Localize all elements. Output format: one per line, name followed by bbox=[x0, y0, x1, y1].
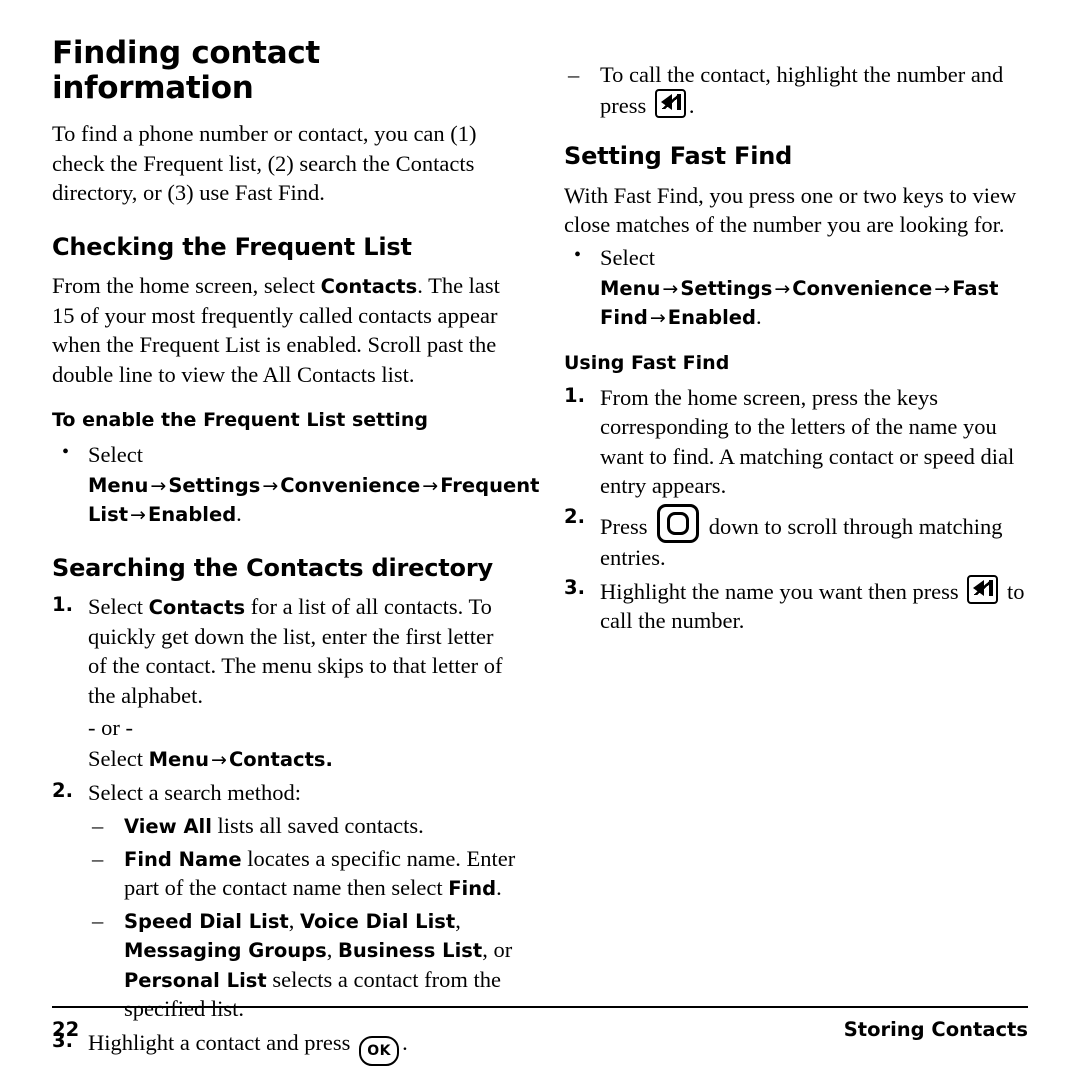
frequent-paragraph-lead: From the home screen, select bbox=[52, 273, 321, 299]
arrow-icon: → bbox=[211, 749, 227, 772]
call-contact-text-after: . bbox=[688, 93, 695, 119]
sep: , or bbox=[482, 937, 513, 963]
fast-find-enable-bullets: Select Menu→Settings→Convenience→Fast Fi… bbox=[564, 242, 1028, 331]
contacts-menu-ref: Contacts bbox=[320, 275, 418, 299]
arrow-icon: → bbox=[150, 474, 167, 497]
find-ref: Find bbox=[448, 877, 497, 901]
step-marker: 3. bbox=[564, 576, 585, 600]
section-heading-searching-contacts: Searching the Contacts directory bbox=[52, 553, 493, 582]
contacts-ref: Contacts bbox=[148, 596, 246, 620]
arrow-icon: → bbox=[774, 277, 791, 300]
intro-paragraph: To find a phone number or contact, you c… bbox=[52, 121, 477, 206]
step1-lead: Select bbox=[88, 594, 149, 620]
footer-page-number: 22 bbox=[52, 1018, 80, 1041]
call-contact-dash-item: To call the contact, highlight the numbe… bbox=[564, 60, 1028, 121]
send-key-icon bbox=[967, 575, 999, 605]
business-list-ref: Business List bbox=[338, 939, 483, 963]
bullet-lead: Select bbox=[88, 442, 143, 468]
view-all-desc: lists all saved contacts. bbox=[211, 813, 424, 839]
personal-list-ref: Personal List bbox=[124, 968, 267, 992]
view-all-ref: View All bbox=[124, 815, 212, 839]
page-footer: 22 Storing Contacts bbox=[52, 1018, 1028, 1041]
bullet-period: . bbox=[755, 304, 762, 330]
frequent-list-paragraph: From the home screen, select Contacts. T… bbox=[52, 271, 516, 389]
convenience-ref: Convenience bbox=[792, 276, 933, 300]
settings-ref: Settings bbox=[680, 276, 773, 300]
using-fast-find-steps: 1. From the home screen, press the keys c… bbox=[564, 383, 1028, 636]
two-column-layout: Finding contact information To find a ph… bbox=[52, 35, 1028, 1066]
arrow-icon: → bbox=[130, 504, 146, 527]
arrow-icon: → bbox=[934, 277, 951, 300]
sep: , bbox=[288, 907, 300, 933]
enabled-ref: Enabled bbox=[667, 306, 756, 330]
step-marker: 2. bbox=[564, 504, 585, 528]
arrow-icon: → bbox=[422, 474, 439, 497]
footer-section-label: Storing Contacts bbox=[843, 1018, 1028, 1041]
or-alternative-line: Select Menu → Contacts. bbox=[52, 744, 516, 773]
subheading-using-fast-find: Using Fast Find bbox=[564, 351, 730, 374]
footer-divider bbox=[52, 1006, 1028, 1008]
right-column: To call the contact, highlight the numbe… bbox=[564, 36, 1028, 976]
sep: , bbox=[455, 907, 461, 933]
step-marker: 1. bbox=[564, 383, 585, 407]
menu-ref: Menu bbox=[148, 748, 210, 772]
left-column: Finding contact information To find a ph… bbox=[52, 35, 539, 1066]
step1-text: From the home screen, press the keys cor… bbox=[600, 384, 1015, 499]
send-key-icon bbox=[654, 89, 686, 119]
section-heading-checking-frequent-list: Checking the Frequent List bbox=[52, 232, 412, 261]
list-item: To call the contact, highlight the numbe… bbox=[564, 60, 1028, 121]
navigation-key-icon bbox=[657, 503, 700, 543]
list-item: View All lists all saved contacts. bbox=[88, 811, 516, 841]
step-marker: 1. bbox=[52, 593, 73, 617]
sep: , bbox=[326, 937, 338, 963]
enabled-ref: Enabled bbox=[147, 503, 237, 527]
list-item: Select Menu→Settings→Convenience→Fast Fi… bbox=[564, 242, 1028, 331]
find-name-desc-end: . bbox=[496, 875, 502, 901]
messaging-groups-ref: Messaging Groups bbox=[124, 939, 327, 963]
step2-text-before: Press bbox=[600, 513, 654, 539]
list-item: 1. From the home screen, press the keys c… bbox=[564, 383, 1028, 501]
arrow-icon: → bbox=[262, 474, 279, 497]
list-item: 3. Highlight the name you want then press… bbox=[564, 575, 1028, 636]
enable-frequent-list-bullets: Select Menu→Settings→Convenience→Frequen… bbox=[52, 439, 539, 528]
contacts-ref: Contacts. bbox=[228, 748, 333, 772]
menu-ref: Menu bbox=[600, 276, 661, 300]
step-marker: 2. bbox=[52, 778, 73, 802]
or-line-lead: Select bbox=[88, 746, 149, 772]
searching-steps-part1: 1. Select Contacts for a list of all cont… bbox=[52, 592, 516, 710]
fast-find-paragraph: With Fast Find, you press one or two key… bbox=[564, 182, 1017, 237]
bullet-period: . bbox=[236, 501, 242, 527]
subheading-enable-frequent-list: To enable the Frequent List setting bbox=[52, 409, 428, 432]
speed-dial-list-ref: Speed Dial List bbox=[124, 909, 289, 933]
list-item: Find Name locates a specific name. Enter… bbox=[88, 844, 516, 903]
find-name-ref: Find Name bbox=[124, 847, 242, 871]
arrow-icon: → bbox=[649, 307, 666, 330]
arrow-icon: → bbox=[662, 277, 679, 300]
section-heading-setting-fast-find: Setting Fast Find bbox=[564, 141, 793, 170]
list-item: Select Menu→Settings→Convenience→Frequen… bbox=[52, 439, 539, 528]
searching-steps-part2: 2. Select a search method: bbox=[52, 778, 516, 807]
page-title: Finding contact information bbox=[52, 35, 320, 106]
convenience-ref: Convenience bbox=[280, 473, 421, 497]
or-separator: - or - bbox=[88, 714, 133, 740]
list-item: 1. Select Contacts for a list of all cont… bbox=[52, 592, 516, 710]
manual-page: Finding contact information To find a ph… bbox=[0, 0, 1080, 1080]
list-item: 2. Select a search method: bbox=[52, 778, 516, 807]
step3-text-before: Highlight the name you want then press bbox=[600, 579, 965, 605]
settings-ref: Settings bbox=[168, 473, 261, 497]
step2-text: Select a search method: bbox=[88, 779, 302, 805]
search-method-list: View All lists all saved contacts. Find … bbox=[88, 811, 516, 1023]
menu-ref: Menu bbox=[88, 473, 149, 497]
list-item: 2. Press down to scroll through matching … bbox=[564, 503, 1028, 572]
bullet-lead: Select bbox=[600, 245, 655, 271]
voice-dial-list-ref: Voice Dial List bbox=[300, 909, 456, 933]
